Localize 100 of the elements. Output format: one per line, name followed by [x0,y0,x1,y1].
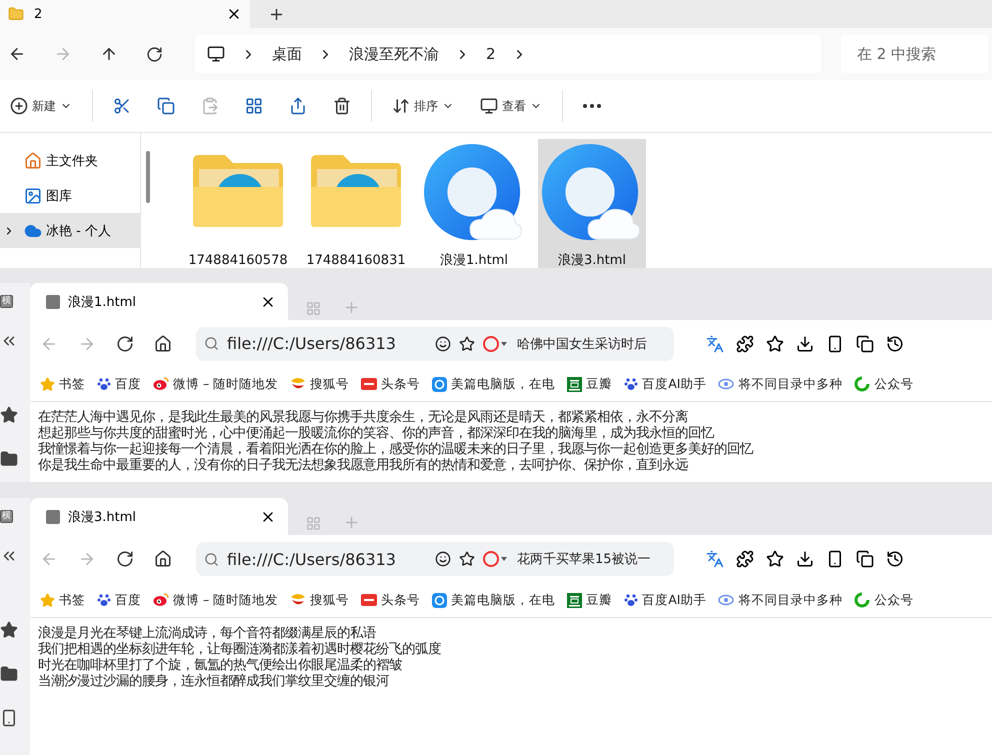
bookmark-link[interactable]: 头条号 [361,592,420,608]
star-icon[interactable] [0,406,18,424]
monitor-icon [480,97,498,115]
history-icon[interactable] [886,550,904,568]
search-field[interactable]: 在 2 中搜索 [841,35,988,73]
eye-icon [718,594,734,606]
sidebar-item[interactable]: 主文件夹 [0,143,140,178]
ring-logo-icon [432,592,448,608]
browser-tab[interactable]: 浪漫1.html [30,283,288,320]
monitor-icon [207,45,225,63]
bookmark-link[interactable]: 微博 – 随时随地发 [153,592,278,608]
bookmark-link[interactable]: 书签 [40,592,85,608]
bookmark-link[interactable]: 将不同目录中多种 [718,592,842,608]
news-tag-icon [361,378,378,390]
trash-icon [333,97,351,115]
smiley-icon[interactable] [435,551,451,567]
forward-icon [54,45,72,63]
new-button[interactable]: 新建 [4,93,78,119]
history-icon[interactable] [886,334,904,353]
forward-icon [78,550,96,568]
text-line: 在茫茫人海中遇见你，是我此生最美的风景我愿与你携手共度余生，无论是风雨还是晴天，都紧紧相依，永不分离 [38,410,689,426]
side-badge[interactable]: 横 [0,295,13,308]
folder-icon [8,6,24,22]
phone-icon[interactable] [0,709,18,727]
bookmark-link[interactable]: 头条号 [361,376,420,393]
text-line: 你是我生命中最重要的人，没有你的日子我无法想象我愿意用我所有的热情和爱意，去呵护你、保护你，直到永远 [38,458,689,474]
view-button[interactable]: 查看 [474,93,548,119]
folder-icon[interactable] [0,665,18,683]
address-bar[interactable]: 桌面 浪漫至死不渝 2 [195,35,821,73]
windows-icon[interactable] [856,334,874,353]
grid-icon [245,97,263,115]
download-icon[interactable] [796,550,814,568]
sort-button[interactable]: 排序 [386,93,460,119]
bookmark-link[interactable]: 美篇电脑版，在电 [432,376,556,393]
bookmark-link[interactable]: 搜狐号 [290,592,350,608]
star-icon[interactable] [766,334,784,353]
star-icon[interactable] [0,621,18,639]
search-icon [204,336,219,352]
search-icon [204,552,219,566]
sort-icon [392,97,410,115]
file-item[interactable]: 浪漫1.html [420,139,528,268]
phone-icon[interactable] [826,334,844,353]
sidebar-item[interactable]: 图库 [0,178,140,213]
bookmark-link[interactable]: 美篇电脑版，在电 [432,592,556,608]
smiley-icon[interactable] [435,336,451,352]
bookmark-link[interactable]: 百度AI助手 [624,592,706,608]
star-icon[interactable] [766,550,784,568]
page-icon [46,294,60,308]
file-item[interactable]: 174884160578 [184,139,292,268]
bookmark-link[interactable]: 将不同目录中多种 [718,376,842,393]
bookmark-link[interactable]: 百度AI助手 [624,376,706,393]
extensions-icon[interactable] [736,550,754,568]
breadcrumb-item[interactable]: 2 [486,45,496,63]
translate-icon[interactable] [706,334,724,353]
ring-logo-icon [854,376,870,392]
text-line: 我们把相遇的坐标刻进年轮，让每圈涟漪都漾着初遇时樱花纷飞的弧度 [38,642,442,658]
bookmark-link[interactable]: 豆瓣 [567,592,612,608]
bookmark-link[interactable]: 书签 [40,376,85,393]
address-field[interactable]: file:///C:/Users/86313 花两千买苹果15被说一 [196,542,674,576]
star-icon[interactable] [459,336,475,352]
bookmark-link[interactable]: 搜狐号 [290,376,350,393]
text-line: 时光在咖啡杯里打了个旋，氤氲的热气便绘出你眼尾温柔的褶皱 [38,658,403,674]
bookmark-link[interactable]: 百度 [97,376,141,393]
phone-icon[interactable] [826,550,844,568]
translate-icon[interactable] [706,550,724,568]
explorer-tab[interactable]: 2 [0,0,250,28]
reload-icon [116,334,134,353]
bookmark-link[interactable]: 豆瓣 [567,376,612,393]
s-logo-icon[interactable] [483,551,509,567]
star-icon[interactable] [459,551,475,567]
swirl-icon [290,593,306,607]
s-logo-icon[interactable] [483,336,509,352]
paw-icon [624,593,638,607]
more-icon [583,104,601,108]
news-tag-icon [361,594,378,606]
side-badge[interactable]: 横 [0,510,13,523]
text-line: 想起那些与你共度的甜蜜时光，心中便涌起一股暖流你的笑容、你的声音，都深深印在我的脑海里，成为我永恒的回忆 [38,426,716,442]
extensions-icon[interactable] [736,334,754,353]
refresh-icon [146,46,163,62]
browser-tab[interactable]: 浪漫3.html [30,498,288,535]
bookmark-link[interactable]: 微博 – 随时随地发 [153,376,278,393]
paw-icon [97,377,111,392]
sidebar-item[interactable]: 冰艳 - 个人 [0,213,140,248]
text-line: 浪漫是月光在琴键上流淌成诗，每个音符都缀满星辰的私语 [38,626,377,642]
eye-icon [718,378,734,390]
home-icon [154,334,172,353]
home-icon [154,550,172,568]
copy-icon [157,97,175,115]
folder-icon[interactable] [0,450,18,468]
file-item[interactable]: 浪漫3.html [538,139,646,268]
bookmark-link[interactable]: 公众号 [854,592,914,608]
download-icon[interactable] [796,334,814,353]
breadcrumb-item[interactable]: 浪漫至死不渝 [349,44,439,64]
address-field[interactable]: file:///C:/Users/86313 哈佛中国女生采访时后 [196,326,674,361]
file-item[interactable]: 174884160831 [302,139,410,268]
bookmark-link[interactable]: 公众号 [854,376,914,393]
star-icon [40,376,55,392]
breadcrumb-item[interactable]: 桌面 [272,44,302,64]
windows-icon[interactable] [856,550,874,568]
bookmark-link[interactable]: 百度 [97,592,141,608]
